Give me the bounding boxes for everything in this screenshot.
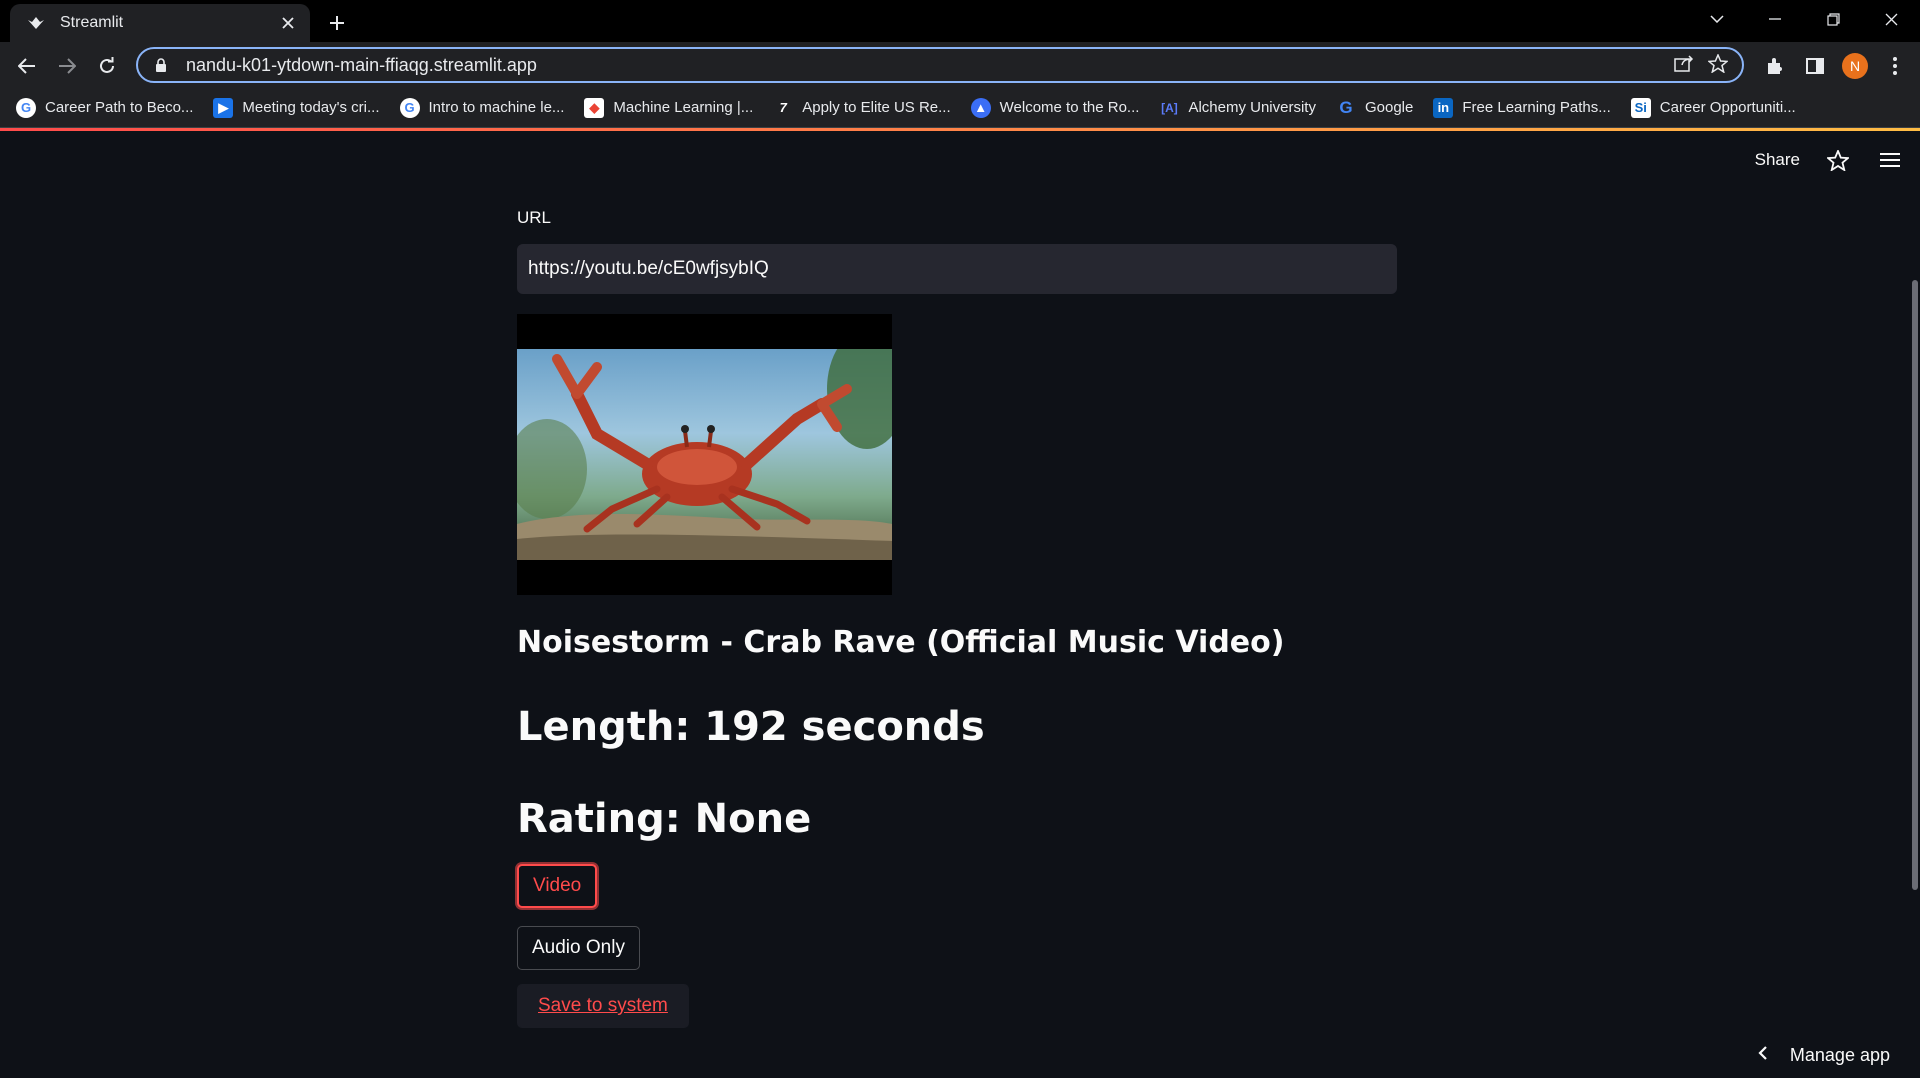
url-text[interactable]: nandu-k01-ytdown-main-ffiaqg.streamlit.a… [186,55,1674,76]
linkedin-icon: in [1433,97,1454,118]
reload-icon[interactable] [90,49,124,83]
share-page-icon[interactable] [1674,54,1694,76]
forward-icon[interactable] [50,49,84,83]
google-icon: G [399,97,420,118]
share-button[interactable]: Share [1755,150,1800,170]
extensions-icon[interactable] [1758,49,1792,83]
tab-title: Streamlit [60,14,124,31]
lock-icon[interactable] [152,56,170,74]
minimize-icon[interactable] [1746,0,1804,38]
bookmarks-bar: G Career Path to Beco... ▶ Meeting today… [0,88,1920,128]
url-input[interactable]: https://youtu.be/cE0wfjsybIQ [517,244,1397,294]
app-toolbar: Share [1755,146,1904,174]
bookmark-item[interactable]: 7 Apply to Elite US Re... [773,93,951,123]
bookmark-item[interactable]: in Free Learning Paths... [1433,93,1611,123]
hamburger-menu-icon[interactable] [1876,146,1904,174]
video-button[interactable]: Video [517,864,598,908]
audio-only-button[interactable]: Audio Only [517,926,640,970]
bookmark-item[interactable]: ◆ Machine Learning |... [584,93,753,123]
window-controls [1688,0,1920,38]
bookmark-item[interactable]: ▶ Meeting today's cri... [213,93,380,123]
alchemy-icon: [A] [1161,100,1178,115]
video-length: Length: 192 seconds [517,704,985,750]
bookmark-item[interactable]: G Google [1336,93,1413,123]
browser-menu-icon[interactable] [1878,49,1912,83]
video-rating: Rating: None [517,796,812,842]
main-content: URL https://youtu.be/cE0wfjsybIQ Noisest… [517,200,1397,1028]
bookmark-item[interactable]: [A] Alchemy University [1159,93,1316,123]
manage-app-label: Manage app [1789,1045,1890,1065]
page-scrollbar[interactable] [1912,280,1918,890]
new-tab-icon[interactable] [322,8,352,38]
chevron-left-icon [1758,1045,1768,1066]
bookmark-star-icon[interactable] [1707,52,1729,77]
manage-app-button[interactable]: Manage app [1758,1045,1890,1066]
thumbnail-image [517,329,892,560]
back-icon[interactable] [10,49,44,83]
triangle-icon: ▲ [970,97,991,118]
header-decoration-bar [0,128,1920,131]
save-to-system-link[interactable]: Save to system [517,984,689,1028]
streamlit-icon [26,13,46,33]
restore-icon[interactable] [1804,0,1862,38]
side-panel-icon[interactable] [1798,49,1832,83]
bookmark-item[interactable]: G Intro to machine le... [399,93,564,123]
bookmark-item[interactable]: G Career Path to Beco... [16,93,193,123]
bookmark-item[interactable]: Si Career Opportuniti... [1630,93,1796,123]
video-thumbnail [517,314,892,595]
browser-tab[interactable]: Streamlit [10,4,310,42]
close-tab-icon[interactable] [276,11,300,35]
url-label: URL [517,208,552,227]
favorite-star-icon[interactable] [1824,146,1852,174]
browser-titlebar: Streamlit [0,0,1920,42]
close-window-icon[interactable] [1862,0,1920,38]
profile-avatar[interactable]: N [1838,49,1872,83]
ml-icon: ◆ [584,97,605,118]
tab-search-icon[interactable] [1688,0,1746,38]
google-icon: G [16,97,36,118]
careers-icon: Si [1630,97,1651,118]
bookmark-item[interactable]: ▲ Welcome to the Ro... [970,93,1139,123]
video-title: Noisestorm - Crab Rave (Official Music V… [517,625,1285,660]
meeting-icon: ▶ [213,97,234,118]
seven-icon: 7 [779,100,787,115]
browser-toolbar: nandu-k01-ytdown-main-ffiaqg.streamlit.a… [0,42,1920,88]
google-icon: G [1339,97,1353,117]
address-bar[interactable]: nandu-k01-ytdown-main-ffiaqg.streamlit.a… [136,47,1744,83]
